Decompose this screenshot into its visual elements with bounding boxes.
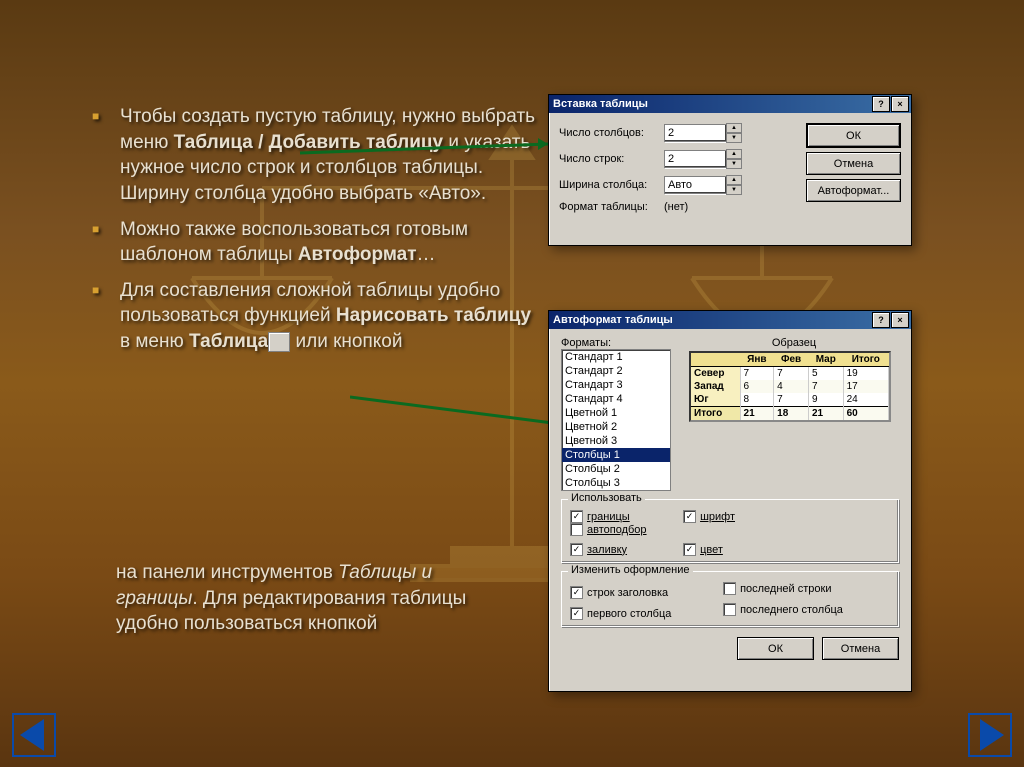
help-icon[interactable]: ? xyxy=(872,96,890,112)
nav-next-button[interactable] xyxy=(968,713,1012,757)
autoformat-button[interactable]: Автоформат... xyxy=(806,179,901,202)
label-width: Ширина столбца: xyxy=(559,179,664,191)
formats-list[interactable]: Стандарт 1Стандарт 2Стандарт 3Стандарт 4… xyxy=(561,349,671,491)
list-item[interactable]: Цветной 3 xyxy=(562,434,670,448)
cancel-button[interactable]: Отмена xyxy=(822,637,899,660)
checkbox-color[interactable]: ✓цвет xyxy=(683,543,793,556)
rows-input[interactable]: 2 xyxy=(664,150,727,168)
checkbox-autofit[interactable]: автоподбор xyxy=(570,523,680,536)
bullet-1: Чтобы создать пустую таблицу, нужно выбр… xyxy=(120,104,540,207)
ok-button[interactable]: ОК xyxy=(806,123,901,148)
nav-prev-button[interactable] xyxy=(12,713,56,757)
sample-label: Образец xyxy=(689,337,899,349)
bullet-list: Чтобы создать пустую таблицу, нужно выбр… xyxy=(80,104,540,365)
trailing-text: на панели инструментов Таблицы и границы… xyxy=(116,560,516,637)
rows-spinner[interactable]: ▲▼ xyxy=(726,149,742,169)
sample-preview: ЯнвФевМарИтогоСевер77519Запад64717Юг8792… xyxy=(689,351,891,422)
list-item[interactable]: Стандарт 3 xyxy=(562,378,670,392)
close-icon[interactable]: × xyxy=(891,96,909,112)
list-item[interactable]: Стандарт 2 xyxy=(562,364,670,378)
list-item[interactable]: Стандарт 4 xyxy=(562,392,670,406)
titlebar: Вставка таблицы ? × xyxy=(549,95,911,113)
arrow-2 xyxy=(350,395,580,435)
insert-table-dialog: Вставка таблицы ? × Число столбцов: 2 ▲▼… xyxy=(548,94,912,246)
checkbox-font[interactable]: ✓шрифт xyxy=(683,510,793,523)
list-item[interactable]: Стандарт 1 xyxy=(562,350,670,364)
checkbox-lastrow[interactable]: последней строки xyxy=(723,582,873,595)
pencil-icon xyxy=(268,332,290,352)
group-use: Использовать ✓границы ✓шрифт автоподбор … xyxy=(561,499,899,563)
columns-input[interactable]: 2 xyxy=(664,124,727,142)
close-icon[interactable]: × xyxy=(891,312,909,328)
titlebar: Автоформат таблицы ? × xyxy=(549,311,911,329)
ok-button[interactable]: ОК xyxy=(737,637,814,660)
width-spinner[interactable]: ▲▼ xyxy=(726,175,742,195)
checkbox-borders[interactable]: ✓границы xyxy=(570,510,680,523)
help-icon[interactable]: ? xyxy=(872,312,890,328)
width-input[interactable]: Авто xyxy=(664,176,727,194)
group-apply: Изменить оформление ✓строк заголовка пос… xyxy=(561,571,899,627)
columns-spinner[interactable]: ▲▼ xyxy=(726,123,742,143)
dialog-title: Вставка таблицы xyxy=(553,98,648,110)
dialog-title: Автоформат таблицы xyxy=(553,314,673,326)
list-item[interactable]: Цветной 2 xyxy=(562,420,670,434)
list-item[interactable]: Столбцы 2 xyxy=(562,462,670,476)
label-columns: Число столбцов: xyxy=(559,127,664,139)
formats-label: Форматы: xyxy=(561,337,671,349)
label-format: Формат таблицы: xyxy=(559,201,664,213)
list-item[interactable]: Столбцы 1 xyxy=(562,448,670,462)
checkbox-fill[interactable]: ✓заливку xyxy=(570,543,680,556)
bullet-3: Для составления сложной таблицы удобно п… xyxy=(120,278,540,355)
format-value: (нет) xyxy=(664,201,688,213)
autoformat-dialog: Автоформат таблицы ? × Форматы: Стандарт… xyxy=(548,310,912,692)
list-item[interactable]: Столбцы 3 xyxy=(562,476,670,490)
cancel-button[interactable]: Отмена xyxy=(806,152,901,175)
checkbox-firstcol[interactable]: ✓первого столбца xyxy=(570,607,720,620)
checkbox-lastcol[interactable]: последнего столбца xyxy=(723,603,873,616)
bullet-2: Можно также воспользоваться готовым шабл… xyxy=(120,217,540,268)
list-item[interactable]: Цветной 1 xyxy=(562,406,670,420)
checkbox-headrow[interactable]: ✓строк заголовка xyxy=(570,586,720,599)
label-rows: Число строк: xyxy=(559,153,664,165)
